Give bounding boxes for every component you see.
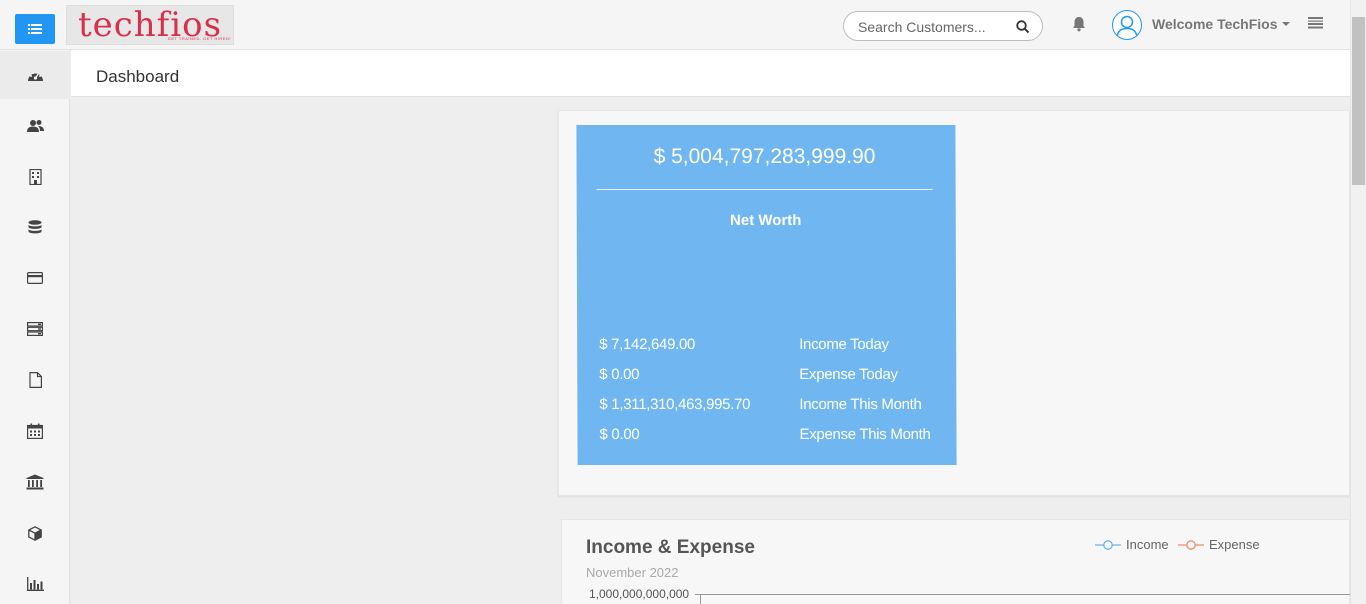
chevron-down-icon[interactable] bbox=[1282, 22, 1290, 26]
sidebar bbox=[0, 50, 70, 604]
legend-expense-label: Expense bbox=[1209, 537, 1260, 552]
income-today-value: $ 7,142,649.00 bbox=[599, 336, 696, 353]
y-axis-line bbox=[700, 594, 701, 604]
sidebar-item-documents[interactable] bbox=[0, 356, 70, 404]
avatar[interactable] bbox=[1112, 10, 1142, 40]
search-input[interactable] bbox=[858, 18, 1008, 36]
scrollbar-thumb[interactable] bbox=[1352, 17, 1365, 185]
database-icon bbox=[28, 220, 42, 234]
sidebar-item-transactions[interactable] bbox=[0, 204, 70, 252]
chart-subtitle: November 2022 bbox=[586, 565, 679, 580]
list-menu-icon[interactable] bbox=[1308, 17, 1323, 29]
sidebar-item-calendar[interactable] bbox=[0, 407, 70, 455]
users-icon bbox=[26, 120, 44, 132]
search-icon[interactable] bbox=[1016, 20, 1030, 34]
income-today-label: Income Today bbox=[799, 336, 889, 353]
top-bar: techfios GET TRAINED. GET HIRED! Welcome… bbox=[0, 0, 1350, 50]
sidebar-item-accounts[interactable] bbox=[0, 305, 70, 353]
user-icon bbox=[1116, 15, 1138, 38]
income-month-label: Income This Month bbox=[799, 396, 922, 413]
expense-today-label: Expense Today bbox=[799, 366, 898, 383]
calendar-icon bbox=[27, 423, 43, 439]
sidebar-toggle-button[interactable] bbox=[15, 14, 55, 44]
building-icon bbox=[28, 169, 42, 185]
chart-gridline bbox=[700, 594, 1350, 595]
legend-expense[interactable]: Expense bbox=[1178, 537, 1260, 552]
logo-tagline: GET TRAINED. GET HIRED! bbox=[167, 36, 231, 41]
bar-chart-icon bbox=[26, 577, 44, 591]
sidebar-item-companies[interactable] bbox=[0, 153, 70, 201]
welcome-user-menu[interactable]: Welcome TechFios bbox=[1152, 16, 1278, 32]
legend-income-label: Income bbox=[1126, 537, 1169, 552]
expense-month-label: Expense This Month bbox=[799, 426, 931, 443]
legend-income[interactable]: Income bbox=[1095, 537, 1169, 552]
cube-icon bbox=[28, 525, 42, 541]
legend-income-marker bbox=[1095, 539, 1121, 550]
networth-value: $ 5,004,797,283,999.90 bbox=[653, 145, 876, 168]
sidebar-item-bank[interactable] bbox=[0, 458, 70, 506]
search-box bbox=[843, 11, 1043, 41]
networth-label: Net Worth bbox=[730, 212, 802, 229]
bank-icon bbox=[26, 474, 44, 490]
dashboard-icon bbox=[27, 71, 43, 81]
sidebar-item-dashboard[interactable] bbox=[0, 51, 70, 99]
sidebar-item-reports[interactable] bbox=[0, 560, 70, 604]
page-header: Dashboard bbox=[71, 50, 1350, 97]
page-scrollbar[interactable] bbox=[1350, 0, 1366, 604]
credit-card-icon bbox=[27, 272, 43, 284]
expense-today-value: $ 0.00 bbox=[599, 366, 640, 383]
menu-icon bbox=[28, 24, 42, 34]
sidebar-item-products[interactable] bbox=[0, 509, 70, 557]
divider bbox=[596, 189, 933, 190]
logo[interactable]: techfios GET TRAINED. GET HIRED! bbox=[66, 5, 234, 45]
networth-card: $ 5,004,797,283,999.90 Net Worth $ 7,142… bbox=[576, 125, 957, 465]
sidebar-item-payments[interactable] bbox=[0, 254, 70, 302]
server-list-icon bbox=[27, 322, 43, 336]
y-axis-tick-label: 1,000,000,000,000 bbox=[589, 587, 690, 601]
chart-title: Income & Expense bbox=[586, 537, 755, 558]
page-title: Dashboard bbox=[96, 67, 180, 86]
bell-icon[interactable] bbox=[1072, 16, 1086, 32]
income-month-value: $ 1,311,310,463,995.70 bbox=[599, 396, 751, 413]
file-icon bbox=[28, 372, 42, 388]
expense-month-value: $ 0.00 bbox=[599, 426, 640, 443]
legend-expense-marker bbox=[1178, 539, 1204, 550]
sidebar-item-customers[interactable] bbox=[0, 102, 70, 150]
